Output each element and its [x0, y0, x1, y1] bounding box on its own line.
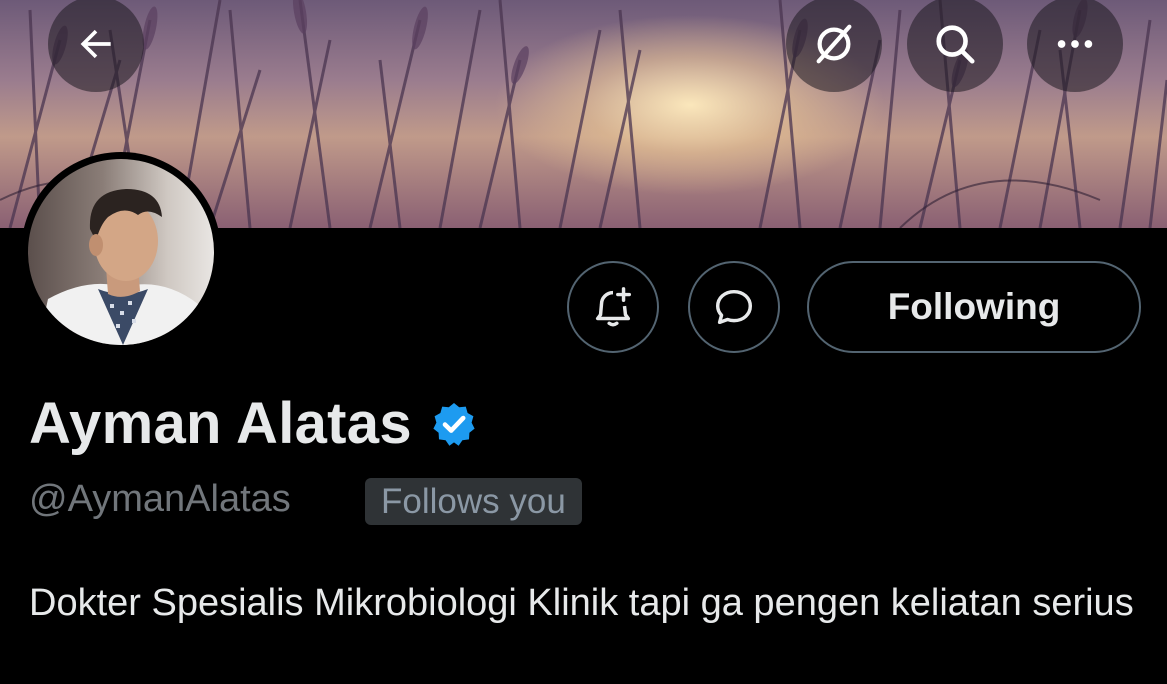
display-name: Ayman Alatas	[29, 391, 412, 456]
profile-bio: Dokter Spesialis Mikrobiologi Klinik tap…	[29, 582, 1134, 624]
follows-you-badge: Follows you	[365, 478, 582, 525]
bell-plus-icon	[595, 287, 632, 327]
following-label: Following	[887, 286, 1061, 327]
back-button[interactable]	[48, 0, 144, 92]
verified-badge-icon[interactable]	[430, 400, 478, 448]
message-icon	[715, 289, 753, 325]
more-icon	[1057, 40, 1093, 48]
avatar-frame[interactable]	[21, 152, 221, 352]
notify-button[interactable]	[567, 261, 659, 353]
arrow-left-icon	[80, 29, 111, 59]
search-button[interactable]	[907, 0, 1003, 92]
following-button[interactable]: Following	[807, 261, 1141, 353]
avatar	[28, 159, 214, 345]
search-icon	[936, 25, 975, 64]
profile-handle: @AymanAlatas	[29, 478, 291, 520]
message-button[interactable]	[688, 261, 780, 353]
profile-name: Ayman Alatas	[29, 390, 478, 457]
grok-icon	[816, 24, 852, 64]
more-button[interactable]	[1027, 0, 1123, 92]
grok-button[interactable]	[786, 0, 882, 92]
